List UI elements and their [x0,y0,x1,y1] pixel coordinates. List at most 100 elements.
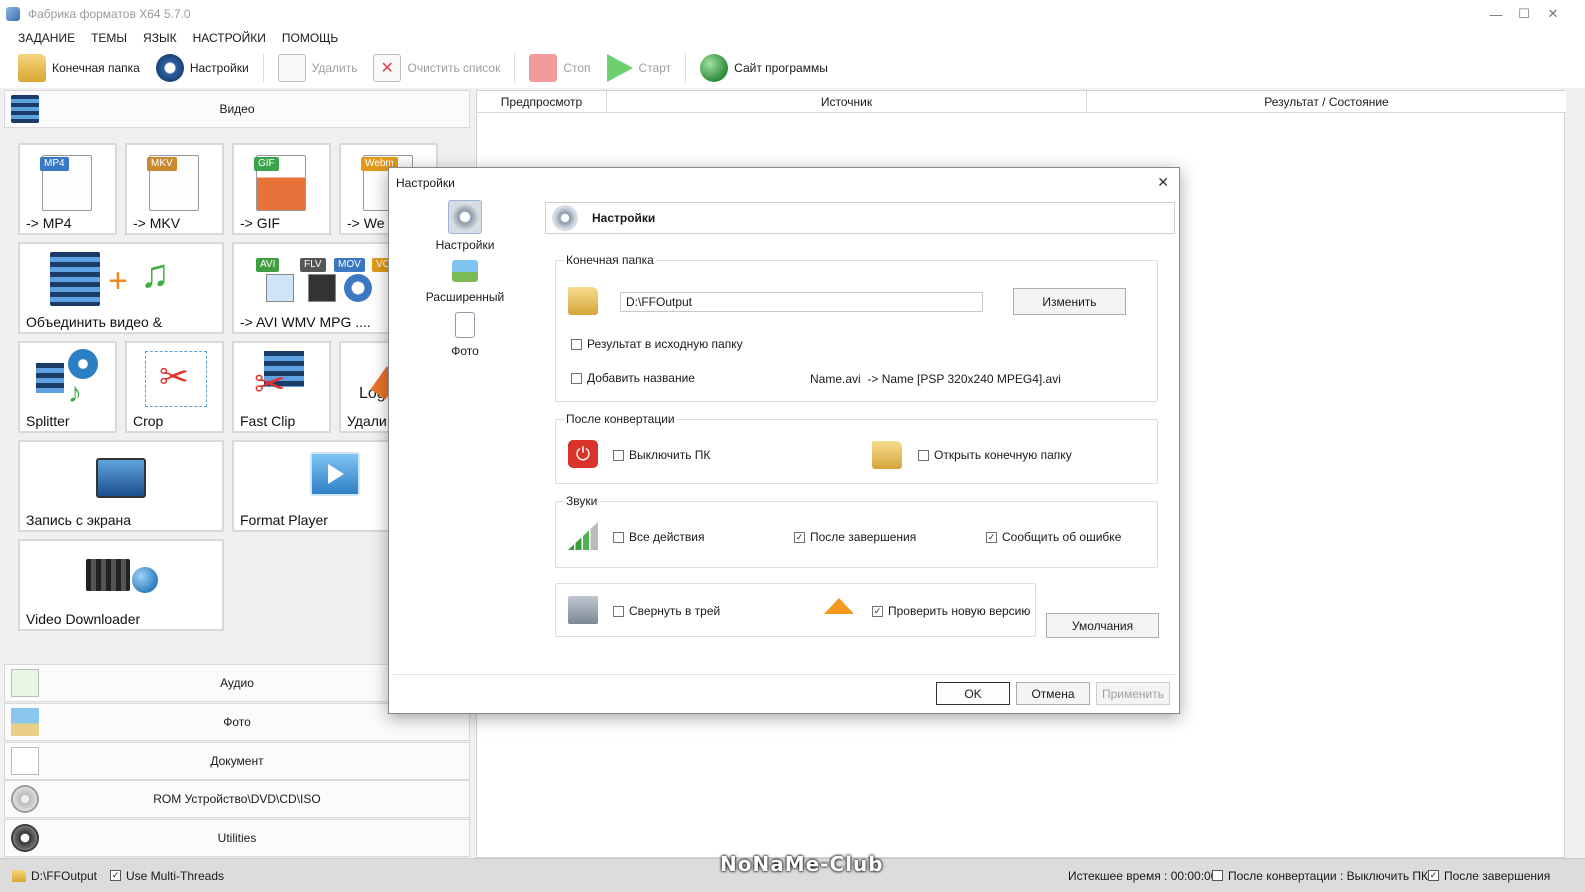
dialog-title: Настройки [396,176,455,190]
status-output-folder[interactable]: D:\FFOutput [12,869,97,883]
report-error-checkbox[interactable]: ✓ Сообщить об ошибке [986,530,1121,544]
column-preview[interactable]: Предпросмотр [477,91,607,113]
shutdown-checkbox[interactable]: Выключить ПК [613,448,710,462]
nav-advanced-label: Расширенный [425,290,505,304]
after-finish-sound-check: ✓ [794,531,805,543]
ok-button[interactable]: OK [936,682,1010,705]
output-path-field[interactable]: D:\FFOutput [620,292,983,312]
tile-join-video[interactable]: + ♫ Объединить видео & [18,242,224,334]
minimize-button[interactable]: — [1481,0,1511,28]
all-actions-checkbox[interactable]: Все действия [613,530,704,544]
mp4-badge: MP4 [40,157,69,171]
result-to-source-checkbox[interactable]: Результат в исходную папку [571,337,743,351]
toolbar-divider [514,53,516,83]
tile-screen-record[interactable]: Запись с экрана [18,440,224,532]
film-stack-icon [50,252,100,306]
maximize-button[interactable]: ☐ [1509,0,1539,28]
dialog-section-header: Настройки [545,202,1175,234]
menu-task[interactable]: ЗАДАНИЕ [18,31,75,45]
globe-icon [700,54,729,82]
output-folder-group: Конечная папка D:\FFOutput Изменить Резу… [555,253,1158,402]
nav-settings[interactable]: Настройки [409,200,521,252]
tray-icon [568,596,598,624]
menu-help[interactable]: ПОМОЩЬ [282,31,338,45]
app-icon [6,7,20,21]
menu-settings[interactable]: НАСТРОЙКИ [193,31,266,45]
play-icon [606,54,633,82]
delete-document-icon [277,54,306,82]
nav-advanced[interactable]: Расширенный [409,260,521,304]
video-file-icon [266,274,294,302]
after-finish-checkbox[interactable]: ✓ После завершения [1428,869,1550,883]
multithreads-checkbox[interactable]: ✓ Use Multi-Threads [110,869,224,883]
tile-mkv-label: -> MKV [133,215,181,231]
nav-photo[interactable]: Фото [409,312,521,358]
change-folder-button[interactable]: Изменить [1013,288,1126,315]
tile-fast-clip[interactable]: ✂ Fast Clip [232,341,331,433]
reel-icon [68,349,98,379]
category-video[interactable]: Видео [4,90,470,128]
tile-crop[interactable]: ✂ Crop [125,341,224,433]
dialog-section-title: Настройки [592,211,656,225]
tile-splitter[interactable]: ♪ Splitter [18,341,117,433]
category-utilities[interactable]: Utilities [4,819,470,857]
category-document[interactable]: Документ [4,742,470,780]
landscape-icon [452,260,478,282]
minimize-tray-checkbox[interactable]: Свернуть в трей [613,604,720,618]
add-name-checkbox[interactable]: Добавить название [571,371,695,385]
scissors-icon: ✂ [254,364,286,406]
category-photo-label: Фото [223,715,251,729]
start-button[interactable]: Старт [603,51,676,85]
delete-button[interactable]: Удалить [274,51,362,85]
watermark: NoNaMe-Club [720,852,884,876]
tile-mkv[interactable]: MKV -> MKV [125,143,224,235]
report-error-check: ✓ [986,531,997,543]
after-conversion-check [1212,870,1223,881]
screen-record-icon [96,458,146,498]
tile-video-downloader[interactable]: Video Downloader [18,539,224,631]
delete-label: Удалить [311,61,358,75]
upgrade-arrow-icon [824,598,854,614]
defaults-button[interactable]: Умолчания [1046,613,1159,638]
check-version-checkbox[interactable]: ✓ Проверить новую версию [872,604,1030,618]
tile-video-downloader-label: Video Downloader [26,611,141,627]
folder-icon [12,869,26,882]
column-result[interactable]: Результат / Состояние [1087,91,1566,113]
after-finish-sound-checkbox[interactable]: ✓ После завершения [794,530,916,544]
after-finish-label: После завершения [1444,868,1551,883]
menu-language[interactable]: ЯЗЫК [143,31,177,45]
all-actions-label: Все действия [629,530,705,544]
gif-badge: GIF [254,157,279,171]
minimize-tray-check [613,605,624,617]
scissors-icon: ✂ [159,356,190,397]
elapsed-time: Истекшее время : 00:00:00 [1068,868,1218,883]
tile-mp4[interactable]: MP4 -> MP4 [18,143,117,235]
clear-list-label: Очистить список [407,61,501,75]
photo-icon [11,708,39,736]
menu-themes[interactable]: ТЕМЫ [91,31,127,45]
dialog-close-icon[interactable]: ✕ [1157,174,1169,191]
play-icon [328,464,344,484]
volume-bars-icon [568,522,598,550]
settings-button[interactable]: Настройки [152,51,253,85]
website-button[interactable]: Сайт программы [696,51,832,85]
tile-join-video-label: Объединить видео & [26,314,163,330]
plus-icon: + [108,262,128,300]
shutdown-label: Выключить ПК [629,448,711,462]
stop-button[interactable]: Стоп [525,51,594,85]
after-conversion-checkbox[interactable]: После конвертации : Выключить ПК [1212,869,1428,883]
dialog-divider [393,674,1175,675]
add-name-check [571,372,582,384]
cancel-button[interactable]: Отмена [1016,682,1090,705]
close-button[interactable]: ✕ [1538,0,1568,28]
open-folder-checkbox[interactable]: Открыть конечную папку [918,448,1072,462]
open-folder-check [918,449,929,461]
apply-button[interactable]: Применить [1096,682,1170,705]
clear-list-button[interactable]: Очистить список [369,51,504,85]
tile-gif[interactable]: GIF -> GIF [232,143,331,235]
output-folder-button[interactable]: Конечная папка [14,51,144,85]
column-source[interactable]: Источник [607,91,1087,113]
category-rom[interactable]: ROM Устройство\DVD\CD\ISO [4,780,470,818]
minimize-tray-label: Свернуть в трей [629,604,721,618]
clear-list-icon [373,54,402,82]
